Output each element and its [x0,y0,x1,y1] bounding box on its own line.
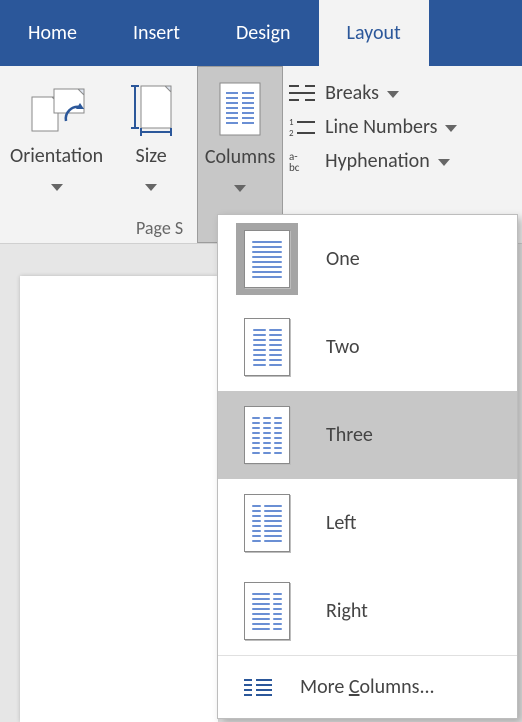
svg-text:2: 2 [289,128,294,138]
orientation-label: Orientation [10,144,103,168]
tab-label: Home [28,21,77,45]
columns-dropdown: One Two [217,214,518,719]
tab-design[interactable]: Design [208,0,319,66]
columns-option-one[interactable]: One [218,215,517,303]
size-icon [115,74,187,142]
columns-option-label: One [326,247,360,271]
more-columns-label: More Columns... [300,675,435,699]
columns-one-icon [236,223,298,295]
more-columns-icon [242,677,274,697]
columns-option-three[interactable]: Three [218,391,517,479]
chevron-down-icon [438,149,450,173]
chevron-down-icon [234,175,246,199]
tab-home[interactable]: Home [0,0,105,66]
columns-three-icon [236,399,298,471]
columns-option-label: Left [326,511,357,535]
columns-option-two[interactable]: Two [218,303,517,391]
orientation-icon [21,74,93,142]
columns-right-icon [236,575,298,647]
chevron-down-icon [145,174,157,198]
ribbon-tabbar: Home Insert Design Layout [0,0,522,66]
columns-option-right[interactable]: Right [218,567,517,655]
breaks-button[interactable]: Breaks [283,76,461,110]
hyphenation-button[interactable]: a- bc Hyphenation [283,144,461,178]
columns-more-button[interactable]: More Columns... [218,656,517,718]
columns-label: Columns [205,145,276,169]
columns-option-label: Three [326,423,373,447]
document-page [20,276,218,722]
size-label: Size [136,144,167,168]
columns-option-label: Right [326,599,368,623]
chevron-down-icon [387,81,399,105]
tab-label: Design [236,21,291,45]
columns-icon [204,75,276,143]
columns-option-label: Two [326,335,360,359]
tab-layout[interactable]: Layout [319,0,429,66]
hyphenation-label: Hyphenation [325,149,430,173]
breaks-icon [287,82,317,104]
columns-two-icon [236,311,298,383]
chevron-down-icon [445,115,457,139]
columns-left-icon [236,487,298,559]
chevron-down-icon [51,174,63,198]
tab-insert[interactable]: Insert [105,0,208,66]
ribbon-group-label: Page S [136,217,183,239]
tab-label: Insert [133,21,180,45]
orientation-button[interactable]: Orientation [0,66,109,243]
columns-option-left[interactable]: Left [218,479,517,567]
line-numbers-button[interactable]: 1 2 Line Numbers [283,110,461,144]
line-numbers-icon: 1 2 [287,116,317,138]
tab-label: Layout [347,21,401,45]
hyphenation-icon: a- bc [287,150,317,172]
svg-text:bc: bc [289,161,300,172]
breaks-label: Breaks [325,81,379,105]
svg-text:1: 1 [289,117,294,128]
line-numbers-label: Line Numbers [325,115,437,139]
